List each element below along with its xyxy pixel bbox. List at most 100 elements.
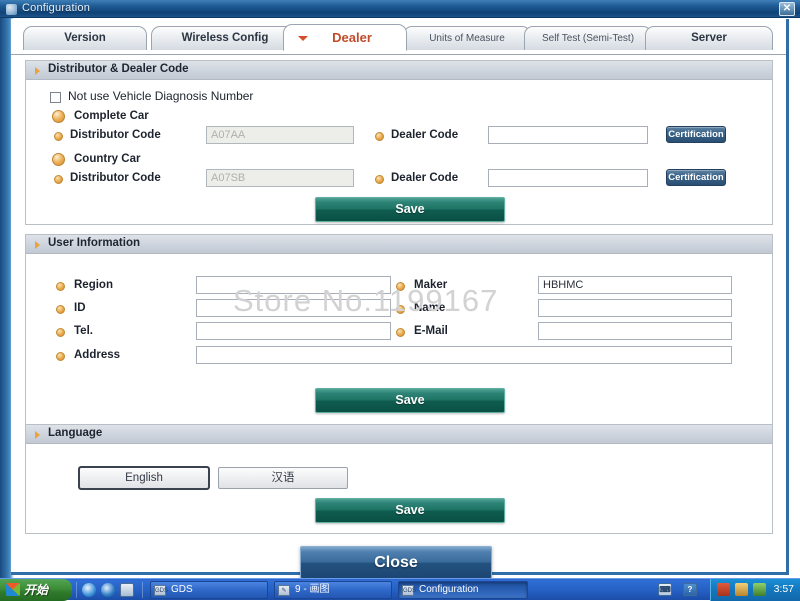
dealer-code-label-1: Dealer Code: [391, 129, 459, 141]
distributor-code-bullet-icon-2: [54, 175, 63, 184]
keyboard-icon[interactable]: ⌨: [658, 583, 672, 596]
gds-icon[interactable]: [120, 583, 134, 597]
dealer-code-input-2[interactable]: [488, 169, 648, 187]
close-button[interactable]: Close: [300, 546, 492, 579]
tel-bullet-icon: [56, 328, 65, 337]
country-car-bullet-icon: [52, 153, 65, 166]
client-area: Version Wireless Config Dealer Units of …: [11, 19, 789, 579]
taskbar-separator: [142, 582, 143, 598]
windows-logo-icon: [6, 583, 20, 596]
complete-car-title: Complete Car: [74, 110, 149, 122]
taskbar: 开始 GDS GDS ✎ 9 - 画图 GDS Configuration ⌨ …: [0, 578, 800, 601]
title-bar: Configuration ✕: [0, 0, 800, 18]
not-use-vdn-checkbox[interactable]: [50, 92, 61, 103]
chevron-down-icon: [298, 36, 308, 41]
country-car-title: Country Car: [74, 153, 141, 165]
user-panel-header: User Information: [26, 235, 772, 254]
taskbar-item-paint[interactable]: ✎ 9 - 画图: [274, 581, 392, 599]
tab-server[interactable]: Server: [645, 26, 773, 50]
tel-input[interactable]: [196, 322, 391, 340]
distributor-panel-header: Distributor & Dealer Code: [26, 61, 772, 80]
distributor-code-label-2: Distributor Code: [70, 172, 161, 184]
app-icon: [6, 4, 17, 15]
language-save-button[interactable]: Save: [315, 498, 505, 523]
distributor-save-button[interactable]: Save: [315, 197, 505, 222]
help-icon[interactable]: ?: [683, 583, 697, 596]
maker-bullet-icon: [396, 282, 405, 291]
expand-arrow-icon: [35, 431, 40, 439]
distributor-code-bullet-icon-1: [54, 132, 63, 141]
language-button-english[interactable]: English: [78, 466, 210, 490]
tab-version[interactable]: Version: [23, 26, 147, 50]
email-label: E-Mail: [414, 325, 448, 337]
maker-input[interactable]: [538, 276, 732, 294]
dealer-code-label-2: Dealer Code: [391, 172, 459, 184]
certification-button-2[interactable]: Certification: [666, 169, 726, 186]
expand-arrow-icon: [35, 67, 40, 75]
distributor-code-label-1: Distributor Code: [70, 129, 161, 141]
address-label: Address: [74, 349, 121, 361]
network-icon[interactable]: [717, 583, 730, 596]
id-input[interactable]: [196, 299, 391, 317]
paint-window-icon: ✎: [278, 585, 290, 596]
distributor-dealer-panel: Distributor & Dealer Code Not use Vehicl…: [25, 60, 773, 225]
address-bullet-icon: [56, 352, 65, 361]
region-bullet-icon: [56, 282, 65, 291]
certification-button-1[interactable]: Certification: [666, 126, 726, 143]
tel-label: Tel.: [74, 325, 93, 337]
configuration-window-icon: GDS: [402, 585, 416, 596]
tab-wireless-config[interactable]: Wireless Config: [151, 26, 299, 50]
tab-dealer-label: Dealer: [332, 30, 372, 45]
browser-icon[interactable]: [101, 583, 115, 597]
not-use-vdn-label: Not use Vehicle Diagnosis Number: [68, 89, 254, 103]
taskbar-separator: [76, 582, 77, 598]
email-bullet-icon: [396, 328, 405, 337]
distributor-code-input-1[interactable]: [206, 126, 354, 144]
clock: 3:57: [773, 583, 794, 595]
user-information-panel: User Information Region ID Tel. Address …: [25, 234, 773, 434]
taskbar-item-paint-label: 9 - 画图: [295, 584, 330, 595]
dealer-code-input-1[interactable]: [488, 126, 648, 144]
taskbar-item-gds[interactable]: GDS GDS: [150, 581, 268, 599]
language-panel-title: Language: [48, 427, 103, 439]
region-label: Region: [74, 279, 113, 291]
tab-units-of-measure[interactable]: Units of Measure: [403, 26, 531, 50]
dealer-code-bullet-icon-2: [375, 175, 384, 184]
language-panel-header: Language: [26, 425, 772, 444]
address-input[interactable]: [196, 346, 732, 364]
start-button-label: 开始: [24, 583, 49, 597]
tab-baseline: [11, 54, 786, 55]
language-panel: Language English 汉语 Save: [25, 424, 773, 534]
window-title: Configuration: [22, 2, 91, 14]
taskbar-item-gds-label: GDS: [171, 584, 193, 595]
region-input[interactable]: [196, 276, 391, 294]
system-tray: 3:57: [710, 579, 800, 601]
dealer-code-bullet-icon-1: [375, 132, 384, 141]
id-bullet-icon: [56, 305, 65, 314]
name-label: Name: [414, 302, 446, 314]
tab-strip: Version Wireless Config Dealer Units of …: [11, 24, 786, 55]
language-button-chinese[interactable]: 汉语: [218, 467, 348, 489]
name-input[interactable]: [538, 299, 732, 317]
tab-dealer[interactable]: Dealer: [283, 24, 407, 51]
id-label: ID: [74, 302, 86, 314]
configuration-window: Configuration ✕ Version Wireless Config …: [0, 0, 800, 579]
start-button[interactable]: 开始: [0, 579, 72, 601]
distributor-panel-title: Distributor & Dealer Code: [48, 63, 189, 75]
quick-launch-bar: [78, 579, 136, 601]
tab-self-test[interactable]: Self Test (Semi-Test): [524, 26, 652, 50]
close-icon[interactable]: ✕: [779, 2, 795, 16]
ie-icon[interactable]: [82, 583, 96, 597]
user-save-button[interactable]: Save: [315, 388, 505, 413]
expand-arrow-icon: [35, 241, 40, 249]
taskbar-item-configuration-label: Configuration: [419, 584, 479, 595]
maker-label: Maker: [414, 279, 448, 291]
gds-window-icon: GDS: [154, 585, 168, 596]
email-input[interactable]: [538, 322, 732, 340]
taskbar-item-configuration[interactable]: GDS Configuration: [398, 581, 528, 599]
distributor-code-input-2[interactable]: [206, 169, 354, 187]
volume-icon[interactable]: [753, 583, 766, 596]
complete-car-bullet-icon: [52, 110, 65, 123]
user-panel-title: User Information: [48, 237, 141, 249]
antivirus-icon[interactable]: [735, 583, 748, 596]
